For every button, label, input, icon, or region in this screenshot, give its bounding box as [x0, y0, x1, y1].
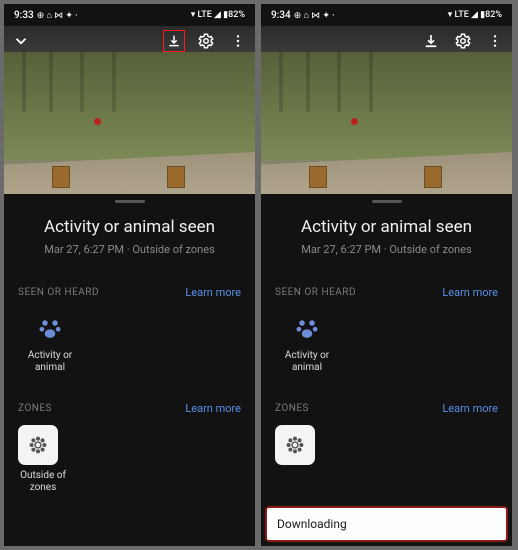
- event-title: Activity or animal seen: [18, 217, 241, 237]
- phone-left: 9:33 ⊕ ⌂ ⋈ ✦ · ▾ LTE ◢ ▮82%: [4, 4, 255, 546]
- learn-more-zones[interactable]: Learn more: [442, 402, 498, 415]
- event-video-preview[interactable]: [261, 26, 512, 194]
- settings-gear-icon[interactable]: [452, 30, 474, 52]
- section-seen-heard: SEEN OR HEARD: [18, 287, 99, 298]
- settings-gear-icon[interactable]: [195, 30, 217, 52]
- event-subtitle: Mar 27, 6:27 PM · Outside of zones: [18, 243, 241, 256]
- status-notification-icons: ⊕ ⌂ ⋈ ✦ ·: [37, 10, 78, 21]
- tile-zone-label: Outside of zones: [18, 470, 68, 494]
- back-chevron-icon[interactable]: [10, 30, 32, 52]
- toast-downloading: Downloading: [267, 508, 506, 540]
- tile-zone-outside[interactable]: Outside of zones: [18, 425, 241, 494]
- sheet-grabber[interactable]: [115, 200, 145, 203]
- status-notification-icons: ⊕ ⌂ ⋈ ✦ ·: [294, 10, 335, 21]
- status-network-battery: ▾ LTE ◢ ▮82%: [448, 10, 502, 20]
- tile-activity-animal[interactable]: Activity or animal: [275, 311, 339, 374]
- phone-right: 9:34 ⊕ ⌂ ⋈ ✦ · ▾ LTE ◢ ▮82%: [261, 4, 512, 546]
- tile-activity-animal[interactable]: Activity or animal: [18, 311, 82, 374]
- zone-icon: [18, 425, 58, 465]
- event-title: Activity or animal seen: [275, 217, 498, 237]
- tile-zone-outside[interactable]: [275, 425, 498, 465]
- section-seen-heard: SEEN OR HEARD: [275, 287, 356, 298]
- download-button[interactable]: [420, 30, 442, 52]
- paw-icon: [290, 311, 324, 345]
- status-bar: 9:33 ⊕ ⌂ ⋈ ✦ · ▾ LTE ◢ ▮82%: [4, 4, 255, 26]
- sheet-grabber[interactable]: [372, 200, 402, 203]
- status-time: 9:34: [271, 10, 291, 21]
- event-video-preview[interactable]: [4, 26, 255, 194]
- event-details: Activity or animal seen Mar 27, 6:27 PM …: [4, 207, 255, 546]
- tile-activity-label: Activity or animal: [275, 350, 339, 374]
- section-zones: ZONES: [275, 403, 309, 414]
- paw-icon: [33, 311, 67, 345]
- learn-more-zones[interactable]: Learn more: [185, 402, 241, 415]
- more-menu-icon[interactable]: [227, 30, 249, 52]
- learn-more-seen[interactable]: Learn more: [442, 286, 498, 299]
- more-menu-icon[interactable]: [484, 30, 506, 52]
- download-button[interactable]: [163, 30, 185, 52]
- event-details: Activity or animal seen Mar 27, 6:27 PM …: [261, 207, 512, 546]
- status-time: 9:33: [14, 10, 34, 21]
- zone-icon: [275, 425, 315, 465]
- learn-more-seen[interactable]: Learn more: [185, 286, 241, 299]
- event-subtitle: Mar 27, 6:27 PM · Outside of zones: [275, 243, 498, 256]
- status-bar: 9:34 ⊕ ⌂ ⋈ ✦ · ▾ LTE ◢ ▮82%: [261, 4, 512, 26]
- section-zones: ZONES: [18, 403, 52, 414]
- tile-activity-label: Activity or animal: [18, 350, 82, 374]
- status-network-battery: ▾ LTE ◢ ▮82%: [191, 10, 245, 20]
- toast-text: Downloading: [277, 517, 347, 531]
